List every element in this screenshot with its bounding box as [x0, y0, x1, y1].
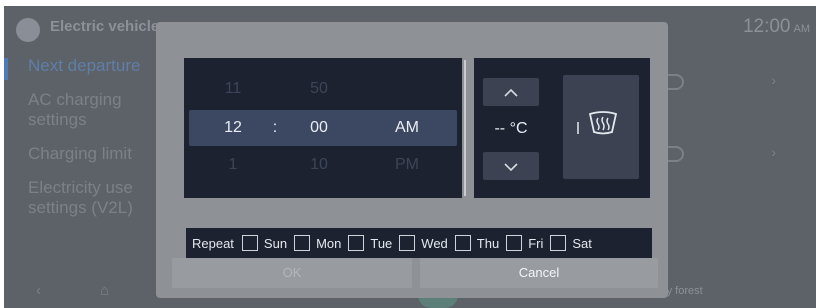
- chevron-down-icon: [504, 163, 518, 172]
- app-title: Electric vehicle: [50, 18, 160, 35]
- rear-defrost-button[interactable]: [563, 75, 639, 179]
- minute-next[interactable]: 10: [289, 156, 349, 174]
- ok-button[interactable]: OK: [172, 258, 412, 288]
- checkbox-tue[interactable]: [348, 235, 365, 251]
- checkbox-wed[interactable]: [399, 235, 416, 251]
- rear-defrost-icon: [588, 111, 618, 135]
- day-fri[interactable]: Fri: [506, 235, 543, 251]
- clock: 12:00 AM: [743, 16, 810, 38]
- day-sat[interactable]: Sat: [550, 235, 592, 251]
- time-picker[interactable]: 11 12 1 : 50 00 10 AM PM: [184, 58, 462, 198]
- hour-prev[interactable]: 11: [203, 80, 263, 98]
- screen: Electric vehicle 12:00 AM Next departure …: [4, 6, 816, 308]
- day-wed[interactable]: Wed: [399, 235, 448, 251]
- defrost-status-bar: [577, 122, 579, 134]
- departure-dialog: 11 12 1 : 50 00 10 AM PM -- °C Repeat Su…: [156, 22, 668, 298]
- hour-next[interactable]: 1: [203, 156, 263, 174]
- day-mon[interactable]: Mon: [294, 235, 341, 251]
- chevron-right-icon[interactable]: ›: [771, 144, 776, 160]
- day-label: Sat: [572, 235, 592, 251]
- panel-divider: [464, 60, 466, 196]
- chevron-up-icon: [504, 89, 518, 97]
- checkbox-sun[interactable]: [241, 235, 258, 251]
- checkbox-mon[interactable]: [294, 235, 311, 251]
- back-icon[interactable]: ‹: [36, 282, 41, 299]
- ampm-next[interactable]: PM: [377, 156, 437, 174]
- day-tue[interactable]: Tue: [348, 235, 392, 251]
- minute-prev[interactable]: 50: [289, 80, 349, 98]
- clock-time: 12:00: [742, 16, 791, 37]
- minute-selected[interactable]: 00: [289, 119, 349, 137]
- app-logo: [16, 18, 40, 42]
- day-thu[interactable]: Thu: [454, 235, 500, 251]
- day-label: Fri: [528, 235, 544, 251]
- day-label: Mon: [316, 235, 342, 251]
- day-label: Sun: [263, 235, 288, 251]
- hour-selected[interactable]: 12: [203, 119, 263, 137]
- home-icon[interactable]: ⌂: [100, 282, 109, 299]
- time-separator: :: [272, 119, 278, 136]
- ampm-selected[interactable]: AM: [377, 119, 437, 137]
- temperature-value: -- °C: [494, 120, 528, 137]
- checkbox-thu[interactable]: [454, 235, 471, 251]
- sidebar-active-indicator: [4, 58, 8, 80]
- day-label: Thu: [476, 235, 500, 251]
- temperature-panel: -- °C: [474, 58, 650, 198]
- temp-down-button[interactable]: [483, 152, 539, 180]
- checkbox-fri[interactable]: [506, 235, 523, 251]
- day-sun[interactable]: Sun: [241, 235, 288, 251]
- repeat-label: Repeat: [192, 235, 234, 251]
- checkbox-sat[interactable]: [550, 235, 567, 251]
- cancel-button[interactable]: Cancel: [420, 258, 658, 288]
- clock-ampm: AM: [793, 23, 811, 35]
- repeat-row: Repeat Sun Mon Tue Wed Thu Fri Sat: [186, 228, 652, 258]
- day-label: Wed: [421, 235, 448, 251]
- chevron-right-icon[interactable]: ›: [771, 72, 776, 88]
- temp-up-button[interactable]: [483, 78, 539, 106]
- day-label: Tue: [370, 235, 393, 251]
